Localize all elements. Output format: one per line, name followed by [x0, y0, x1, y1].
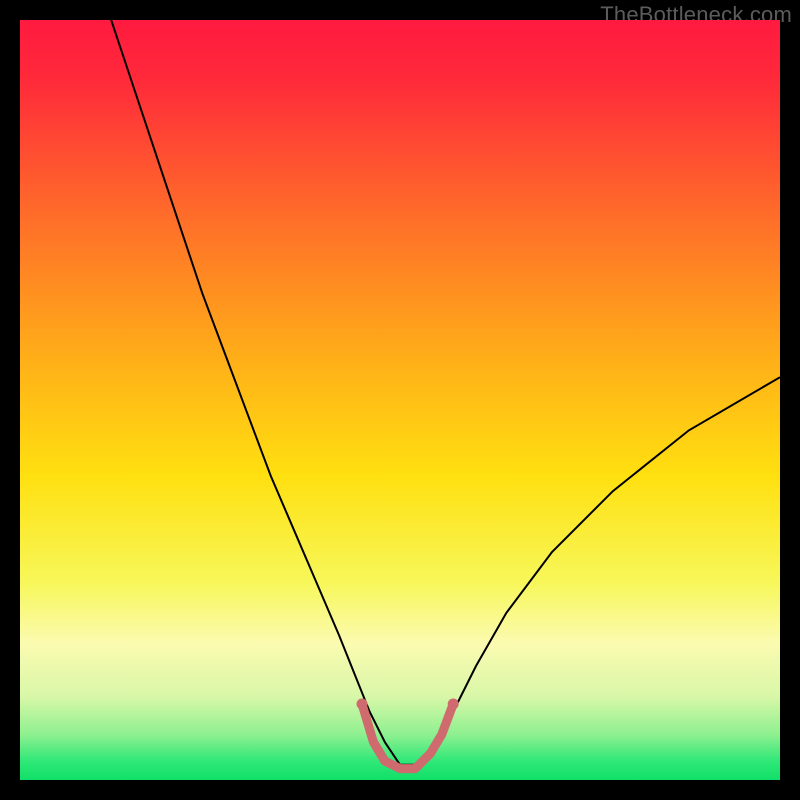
left-endpoint-dot: [357, 699, 368, 710]
right-endpoint-dot: [448, 699, 459, 710]
chart-svg: [20, 20, 780, 780]
chart-frame: TheBottleneck.com: [0, 0, 800, 800]
gradient-background: [20, 20, 780, 780]
chart-plot-area: [20, 20, 780, 780]
